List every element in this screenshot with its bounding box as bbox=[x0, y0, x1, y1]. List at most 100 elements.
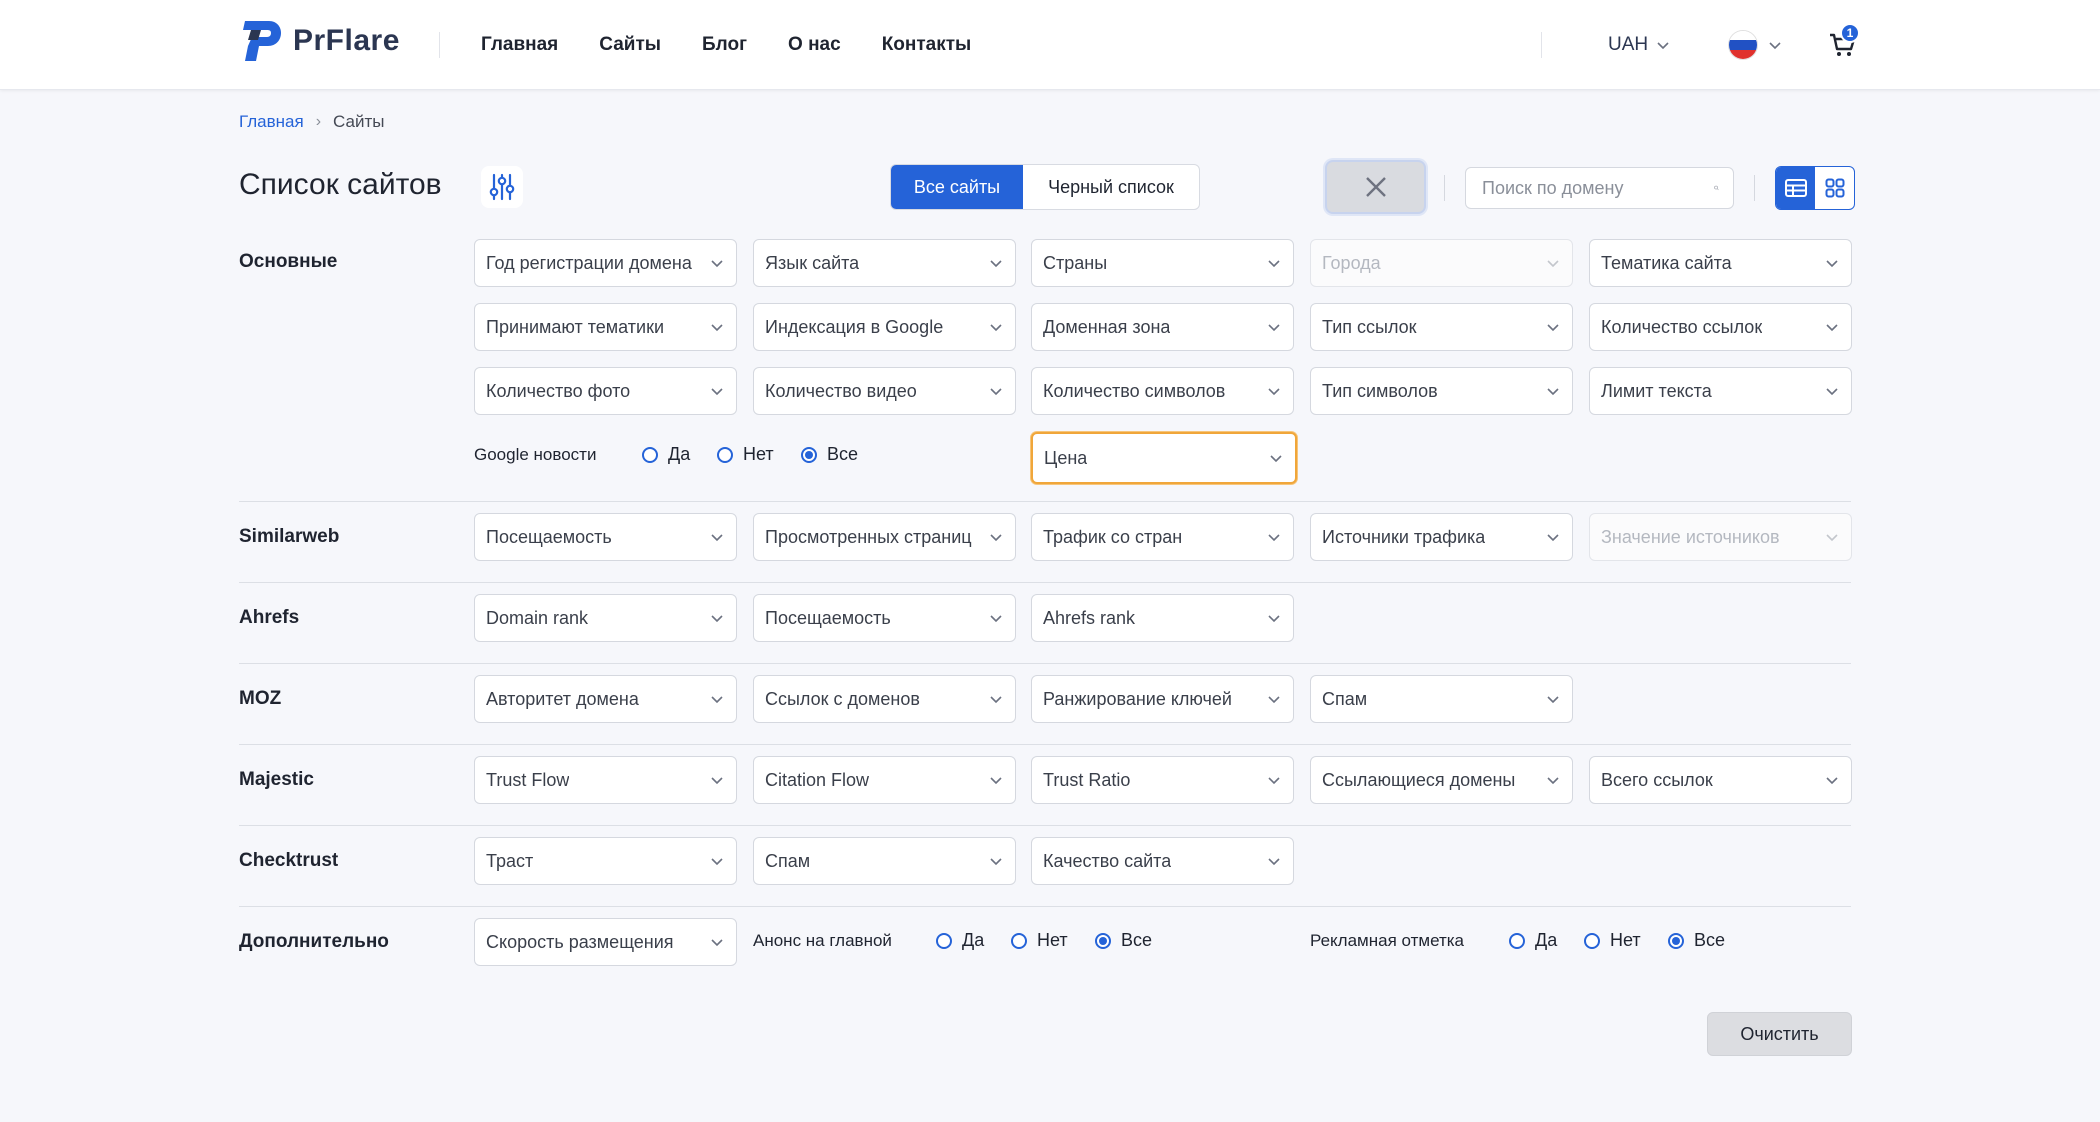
filter-label: Количество видео bbox=[765, 380, 917, 401]
google-news-no[interactable]: Нет bbox=[717, 444, 801, 465]
filter-label: Ссылок с доменов bbox=[765, 688, 920, 709]
filter-link-type[interactable]: Тип ссылок bbox=[1310, 303, 1573, 351]
filter-google-index[interactable]: Индексация в Google bbox=[753, 303, 1016, 351]
nav-home[interactable]: Главная bbox=[481, 34, 558, 56]
currency-selector[interactable]: UAH bbox=[1608, 0, 1670, 90]
filter-domain-year[interactable]: Год регистрации домена bbox=[474, 239, 737, 287]
table-view-button[interactable] bbox=[1776, 167, 1815, 209]
chevron-down-icon bbox=[711, 777, 723, 785]
search-icon[interactable] bbox=[1714, 177, 1719, 199]
announce-all[interactable]: Все bbox=[1095, 930, 1152, 951]
language-selector[interactable] bbox=[1728, 0, 1782, 90]
header-divider bbox=[439, 32, 440, 58]
filter-sw-pages-viewed[interactable]: Просмотренных страниц bbox=[753, 513, 1016, 561]
filter-site-topic[interactable]: Тематика сайта bbox=[1589, 239, 1852, 287]
filter-domain-zone[interactable]: Доменная зона bbox=[1031, 303, 1294, 351]
filter-label: Качество сайта bbox=[1043, 850, 1172, 871]
filter-moz-spam[interactable]: Спам bbox=[1310, 675, 1573, 723]
nav-contacts[interactable]: Контакты bbox=[882, 34, 972, 56]
main-nav: Главная Сайты Блог О нас Контакты bbox=[481, 0, 971, 90]
filter-site-language[interactable]: Язык сайта bbox=[753, 239, 1016, 287]
filter-label: Траст bbox=[486, 850, 534, 871]
tab-blacklist[interactable]: Черный список bbox=[1023, 165, 1199, 209]
section-title-checktrust: Checktrust bbox=[239, 850, 339, 871]
tab-all-sites[interactable]: Все сайты bbox=[891, 165, 1023, 209]
page-title: Список сайтов bbox=[239, 168, 442, 201]
filter-ahrefs-rank[interactable]: Ahrefs rank bbox=[1031, 594, 1294, 642]
chevron-down-icon bbox=[990, 696, 1002, 704]
chevron-down-icon bbox=[1826, 777, 1838, 785]
radio-circle-selected bbox=[801, 446, 817, 463]
filter-label: Просмотренных страниц bbox=[765, 526, 972, 547]
filter-link-count[interactable]: Количество ссылок bbox=[1589, 303, 1852, 351]
ad-mark-yes[interactable]: Да bbox=[1509, 930, 1584, 951]
radio-circle bbox=[936, 932, 952, 949]
filter-sw-visits[interactable]: Посещаемость bbox=[474, 513, 737, 561]
section-title-moz: MOZ bbox=[239, 688, 282, 709]
nav-blog[interactable]: Блог bbox=[702, 34, 747, 56]
filter-checktrust-spam[interactable]: Спам bbox=[753, 837, 1016, 885]
filter-majestic-total-links[interactable]: Всего ссылок bbox=[1589, 756, 1852, 804]
breadcrumb-home[interactable]: Главная bbox=[239, 112, 304, 132]
filter-majestic-trust-ratio[interactable]: Trust Ratio bbox=[1031, 756, 1294, 804]
toolbar-divider bbox=[1444, 175, 1445, 201]
filter-video-count[interactable]: Количество видео bbox=[753, 367, 1016, 415]
radio-circle bbox=[1584, 932, 1600, 949]
filter-label: Посещаемость bbox=[765, 607, 891, 628]
filter-label: Индексация в Google bbox=[765, 316, 944, 337]
google-news-yes[interactable]: Да bbox=[642, 444, 717, 465]
filter-majestic-ref-domains[interactable]: Ссылающиеся домены bbox=[1310, 756, 1573, 804]
ad-mark-all[interactable]: Все bbox=[1668, 930, 1725, 951]
filter-price[interactable]: Цена bbox=[1031, 432, 1297, 484]
radio-label: Все bbox=[827, 444, 859, 464]
filter-checktrust-quality[interactable]: Качество сайта bbox=[1031, 837, 1294, 885]
section-title-basic: Основные bbox=[239, 251, 338, 272]
chevron-down-icon bbox=[1657, 42, 1669, 50]
announce-no[interactable]: Нет bbox=[1011, 930, 1095, 951]
chevron-down-icon bbox=[1769, 42, 1781, 50]
filter-ahrefs-visits[interactable]: Посещаемость bbox=[753, 594, 1016, 642]
filter-label: Количество символов bbox=[1043, 380, 1226, 401]
filter-label: Лимит текста bbox=[1601, 380, 1712, 401]
filter-countries[interactable]: Страны bbox=[1031, 239, 1294, 287]
filter-sw-traffic-sources[interactable]: Источники трафика bbox=[1310, 513, 1573, 561]
filter-moz-keyword-ranking[interactable]: Ранжирование ключей bbox=[1031, 675, 1294, 723]
chevron-down-icon bbox=[1268, 534, 1280, 542]
filter-char-count[interactable]: Количество символов bbox=[1031, 367, 1294, 415]
close-filters-button[interactable] bbox=[1325, 160, 1426, 214]
filter-majestic-citation-flow[interactable]: Citation Flow bbox=[753, 756, 1016, 804]
ad-mark-no[interactable]: Нет bbox=[1584, 930, 1668, 951]
ad-mark-filter: Рекламная отметка Да Нет Все bbox=[1310, 930, 1725, 951]
logo[interactable]: PrFlare bbox=[239, 14, 400, 68]
announce-yes[interactable]: Да bbox=[936, 930, 1011, 951]
grid-view-button[interactable] bbox=[1815, 167, 1854, 209]
filter-accepted-topics[interactable]: Принимают тематики bbox=[474, 303, 737, 351]
filter-ahrefs-domain-rank[interactable]: Domain rank bbox=[474, 594, 737, 642]
chevron-down-icon bbox=[1268, 696, 1280, 704]
filter-placement-speed[interactable]: Скорость размещения bbox=[474, 918, 737, 966]
filter-photo-count[interactable]: Количество фото bbox=[474, 367, 737, 415]
chevron-down-icon bbox=[990, 534, 1002, 542]
chevron-down-icon bbox=[1547, 696, 1559, 704]
chevron-down-icon bbox=[1268, 777, 1280, 785]
nav-about[interactable]: О нас bbox=[788, 34, 841, 56]
clear-filters-button[interactable]: Очистить bbox=[1707, 1012, 1852, 1056]
filter-char-type[interactable]: Тип символов bbox=[1310, 367, 1573, 415]
top-header: PrFlare Главная Сайты Блог О нас Контакт… bbox=[0, 0, 2100, 90]
filter-moz-linking-domains[interactable]: Ссылок с доменов bbox=[753, 675, 1016, 723]
filter-sw-country-traffic[interactable]: Трафик со стран bbox=[1031, 513, 1294, 561]
search-input[interactable] bbox=[1482, 177, 1714, 199]
nav-sites[interactable]: Сайты bbox=[599, 34, 661, 56]
filter-majestic-trust-flow[interactable]: Trust Flow bbox=[474, 756, 737, 804]
google-news-all[interactable]: Все bbox=[801, 444, 858, 465]
filter-label: Цена bbox=[1044, 447, 1088, 468]
filter-moz-domain-authority[interactable]: Авторитет домена bbox=[474, 675, 737, 723]
filter-text-limit[interactable]: Лимит текста bbox=[1589, 367, 1852, 415]
filter-label: Принимают тематики bbox=[486, 316, 665, 337]
filter-label: Domain rank bbox=[486, 607, 589, 628]
filter-checktrust-trust[interactable]: Траст bbox=[474, 837, 737, 885]
filter-label: Города bbox=[1322, 252, 1381, 273]
chevron-down-icon bbox=[990, 324, 1002, 332]
filter-label: Скорость размещения bbox=[486, 931, 674, 952]
filter-settings-button[interactable] bbox=[481, 166, 523, 208]
